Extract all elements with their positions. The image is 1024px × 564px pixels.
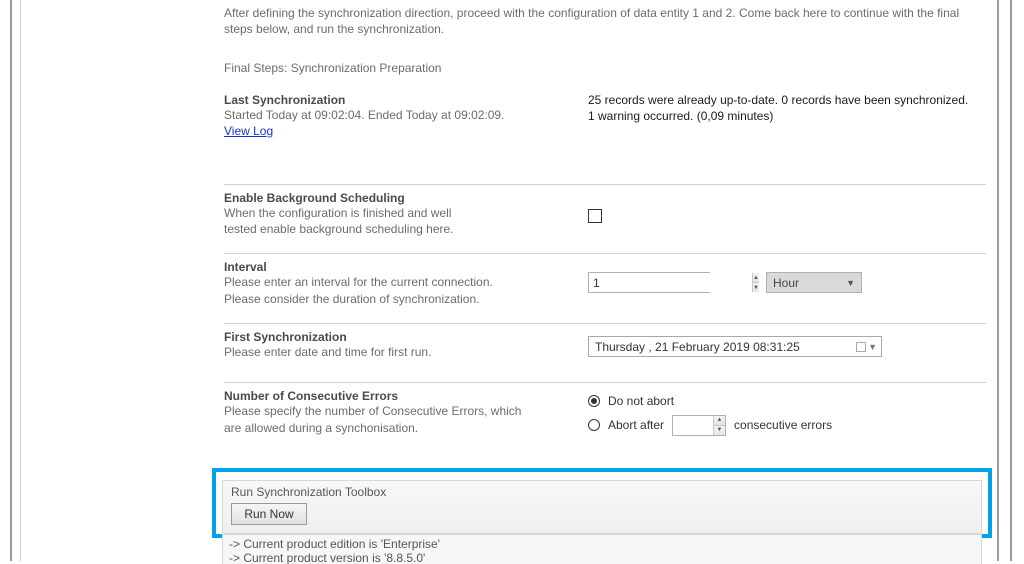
abort-after-input[interactable] xyxy=(673,416,713,435)
last-sync-status: 25 records were already up-to-date. 0 re… xyxy=(588,93,978,125)
spin-up-icon[interactable]: ▲ xyxy=(753,273,759,283)
intro-text: After defining the synchronization direc… xyxy=(210,0,1000,37)
bg-scheduling-title: Enable Background Scheduling xyxy=(224,191,986,205)
bg-scheduling-subtitle: When the configuration is finished and w… xyxy=(224,206,484,237)
first-sync-datetime-picker[interactable]: Thursday , 21 February 2019 08:31:25 ▼ xyxy=(588,336,882,357)
view-log-link[interactable]: View Log xyxy=(224,124,273,138)
interval-value-input[interactable] xyxy=(589,273,752,292)
interval-subtitle-2: Please consider the duration of synchron… xyxy=(224,292,986,308)
section-bg-scheduling: Enable Background Scheduling When the co… xyxy=(210,185,1000,239)
chevron-down-icon: ▼ xyxy=(868,342,877,352)
interval-unit-combo[interactable]: Hour ▼ xyxy=(766,272,862,293)
frame-border xyxy=(1010,0,1012,561)
log-line: -> Current product version is '8.8.5.0' xyxy=(229,551,975,564)
chevron-down-icon: ▼ xyxy=(846,278,855,288)
interval-unit-label: Hour xyxy=(773,276,799,290)
section-consecutive-errors: Number of Consecutive Errors Please spec… xyxy=(210,383,1000,443)
interval-value-spinbox[interactable]: ▲ ▼ xyxy=(588,272,710,293)
radio-do-not-abort-label: Do not abort xyxy=(608,394,674,408)
radio-abort-after-label-prefix: Abort after xyxy=(608,418,664,432)
run-now-button[interactable]: Run Now xyxy=(231,503,307,525)
content-area: After defining the synchronization direc… xyxy=(210,0,1000,443)
radio-do-not-abort[interactable] xyxy=(588,395,600,407)
first-sync-datetime-value: Thursday , 21 February 2019 08:31:25 xyxy=(595,340,800,354)
section-last-sync: Last Synchronization Started Today at 09… xyxy=(210,75,1000,140)
abort-after-spinbox[interactable]: ▲ ▼ xyxy=(672,415,726,436)
section-first-sync: First Synchronization Please enter date … xyxy=(210,324,1000,368)
final-steps-heading: Final Steps: Synchronization Preparation xyxy=(210,37,1000,75)
log-output: -> Current product edition is 'Enterpris… xyxy=(222,534,982,564)
spin-down-icon[interactable]: ▼ xyxy=(714,426,725,435)
run-toolbox-title: Run Synchronization Toolbox xyxy=(231,485,973,499)
run-toolbox-group: Run Synchronization Toolbox Run Now xyxy=(222,480,982,534)
log-line: -> Current product edition is 'Enterpris… xyxy=(229,537,975,551)
section-interval: Interval Please enter an interval for th… xyxy=(210,254,1000,309)
bg-scheduling-checkbox[interactable] xyxy=(588,209,602,223)
radio-abort-after[interactable] xyxy=(588,419,600,431)
spin-down-icon[interactable]: ▼ xyxy=(753,283,759,292)
radio-abort-after-label-suffix: consecutive errors xyxy=(734,418,832,432)
spin-up-icon[interactable]: ▲ xyxy=(714,416,725,426)
calendar-icon xyxy=(856,342,866,352)
datetime-dropdown-button[interactable]: ▼ xyxy=(854,342,879,352)
frame-border xyxy=(10,0,12,561)
frame-border xyxy=(20,0,21,561)
page-root: After defining the synchronization direc… xyxy=(0,0,1024,561)
